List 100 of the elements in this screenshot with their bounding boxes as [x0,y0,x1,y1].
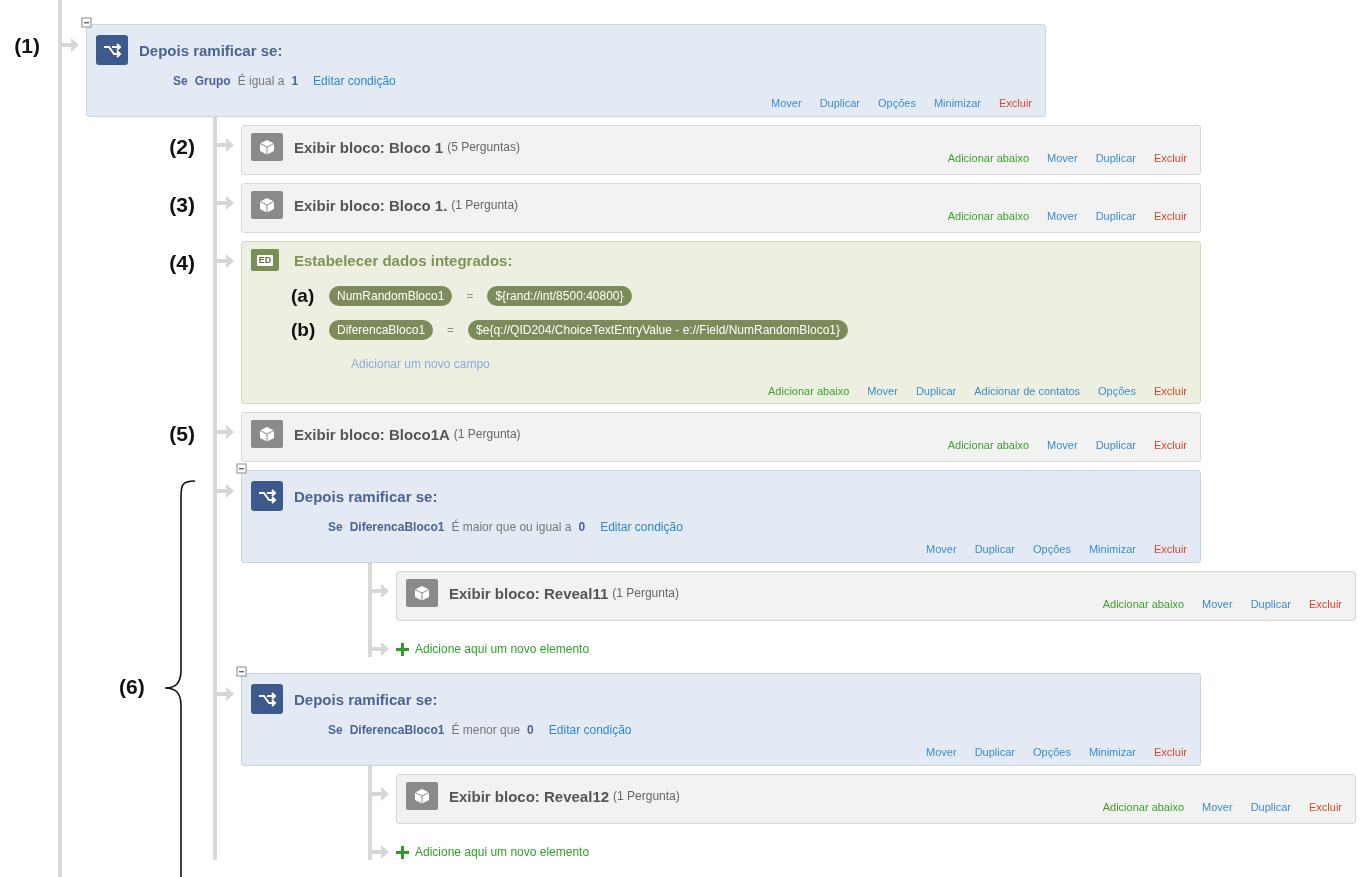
branch-title: Depois ramificar se: [139,41,283,59]
field-value-pill[interactable]: $e{q://QID204/ChoiceTextEntryValue - e://Field/NumRandomBloco1} [468,320,849,340]
action-link[interactable]: Excluir [999,97,1032,109]
cube-icon [406,782,438,810]
question-count: (5 Perguntas) [447,140,520,154]
annotation-label: (3) [169,193,195,217]
block-title: Exibir bloco: Bloco 1 [294,138,444,156]
branch-icon [251,481,283,511]
action-link[interactable]: Adicionar abaixo [947,152,1030,164]
question-count: (1 Pergunta) [613,789,680,803]
action-link[interactable]: Mover [1202,598,1233,610]
collapse-icon[interactable] [236,460,247,474]
action-link[interactable]: Excluir [1154,746,1187,758]
action-link[interactable]: Mover [1047,152,1078,164]
connector-arrow [372,786,390,802]
field-value-pill[interactable]: ${rand://int/8500:40800} [487,286,632,306]
action-link[interactable]: Duplicar [1250,598,1291,610]
collapse-icon[interactable] [236,663,247,677]
action-link[interactable]: Opções [1098,385,1136,397]
add-field-link[interactable]: Adicionar um novo campo [351,357,1191,371]
action-link[interactable]: Duplicar [1095,152,1136,164]
condition-field: Grupo [194,74,231,88]
action-link[interactable]: Duplicar [1095,439,1136,451]
annotation-label: (a) [291,285,316,307]
question-count: (1 Pergunta) [453,427,521,441]
action-link[interactable]: Opções [1033,746,1071,758]
edit-condition-link[interactable]: Editar condição [313,74,396,88]
connector-arrow [217,686,235,702]
action-link[interactable]: Adicionar de contatos [974,385,1081,397]
action-link[interactable]: Mover [1047,210,1078,222]
action-link[interactable]: Minimizar [1088,543,1136,555]
action-link[interactable]: Excluir [1154,152,1187,164]
action-link[interactable]: Excluir [1309,801,1342,813]
action-link[interactable]: Adicionar abaixo [768,385,850,397]
edit-condition-link[interactable]: Editar condição [548,723,632,737]
plus-icon[interactable] [396,642,409,656]
action-link[interactable]: Duplicar [915,385,957,397]
add-element-link[interactable]: Adicione aqui um novo elemento [415,845,590,859]
action-link[interactable]: Excluir [1154,385,1187,397]
action-link[interactable]: Mover [1202,801,1233,813]
connector-arrow [217,137,235,153]
action-link[interactable]: Duplicar [1095,210,1136,222]
condition-keyword: Se [173,74,188,88]
edit-condition-link[interactable]: Editar condição [600,520,683,534]
action-link[interactable]: Excluir [1154,543,1187,555]
action-link[interactable]: Adicionar abaixo [947,210,1030,222]
annotation-label: (5) [169,422,195,446]
action-link[interactable]: Minimizar [933,97,981,109]
cube-icon [251,191,283,219]
condition-field: DiferencaBloco1 [349,723,445,737]
action-link[interactable]: Opções [1033,543,1071,555]
action-link[interactable]: Opções [878,97,916,109]
condition-keyword: Se [328,723,343,737]
action-link[interactable]: Duplicar [1250,801,1291,813]
plus-icon[interactable] [396,845,409,859]
add-element-link[interactable]: Adicione aqui um novo elemento [415,642,590,656]
field-name-pill[interactable]: NumRandomBloco1 [329,286,453,306]
action-link[interactable]: Mover [926,543,957,555]
action-link[interactable]: Duplicar [974,543,1015,555]
block-title: Exibir bloco: Bloco 1. [294,196,448,214]
branch-title: Depois ramificar se: [294,690,438,708]
action-link[interactable]: Duplicar [819,97,860,109]
collapse-icon[interactable] [81,14,92,28]
condition-operator: É maior que ou igual a [451,520,572,534]
cube-icon [251,420,283,448]
branch-icon [96,35,128,65]
cube-icon [406,579,438,607]
block-title: Exibir bloco: Reveal12 [449,787,610,805]
condition-operator: É menor que [451,723,521,737]
embedded-data-title: Estabelecer dados integrados: [294,251,513,269]
action-link[interactable]: Duplicar [974,746,1015,758]
action-link[interactable]: Mover [1047,439,1078,451]
action-link[interactable]: Adicionar abaixo [947,439,1030,451]
action-link[interactable]: Mover [771,97,802,109]
condition-field: DiferencaBloco1 [349,520,445,534]
action-link[interactable]: Mover [867,385,898,397]
connector-arrow [217,424,235,440]
branch-title: Depois ramificar se: [294,487,438,505]
connector-arrow [217,483,235,499]
action-link[interactable]: Excluir [1154,210,1187,222]
annotation-label: (4) [169,251,195,275]
action-link[interactable]: Adicionar abaixo [1102,598,1185,610]
block-title: Exibir bloco: Reveal11 [449,584,609,602]
condition-value: 0 [527,723,534,737]
action-link[interactable]: Mover [926,746,957,758]
question-count: (1 Pergunta) [451,198,519,212]
action-link[interactable]: Excluir [1309,598,1342,610]
block-title: Exibir bloco: Bloco1A [294,425,450,443]
field-name-pill[interactable]: DiferencaBloco1 [329,320,434,340]
cube-icon [251,133,283,161]
action-link[interactable]: Minimizar [1088,746,1136,758]
condition-operator: É igual a [237,74,285,88]
question-count: (1 Pergunta) [612,586,679,600]
equals-sign: = [466,289,474,303]
equals-sign: = [447,323,455,337]
action-link[interactable]: Adicionar abaixo [1102,801,1185,813]
data-icon: ED [251,249,279,271]
action-link[interactable]: Excluir [1154,439,1187,451]
connector-arrow [62,37,80,53]
condition-value: 0 [578,520,586,534]
